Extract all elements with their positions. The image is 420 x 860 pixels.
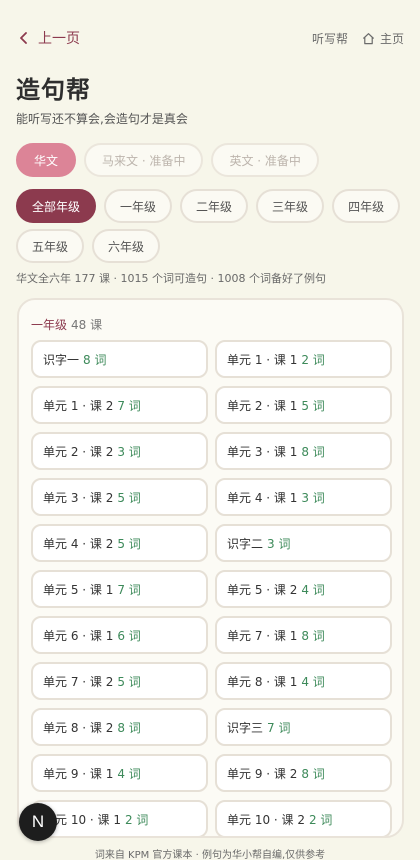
lesson-word-count: 8 词 (83, 352, 107, 367)
lesson-name: 识字三 (227, 720, 264, 735)
lesson-name: 单元 8 · 课 1 (227, 674, 298, 689)
lesson-word-count: 3 词 (117, 444, 141, 459)
top-bar: 上一页 听写帮 主页 (0, 0, 420, 76)
lesson-name: 识字一 (43, 352, 80, 367)
grade-card-title: 一年级 (31, 318, 68, 332)
tab-english[interactable]: 英文 · 准备中 (211, 143, 319, 177)
lesson-item[interactable]: 单元 1 · 课 12 词 (215, 340, 392, 378)
grade-filter-row-2: 五年级 六年级 (16, 229, 161, 263)
home-link[interactable]: 主页 (362, 30, 404, 47)
grade-all[interactable]: 全部年级 (16, 189, 97, 223)
home-icon (362, 32, 375, 44)
lesson-word-count: 7 词 (267, 720, 291, 735)
lesson-word-count: 4 词 (117, 766, 141, 781)
lesson-word-count: 4 词 (301, 582, 325, 597)
grade-3[interactable]: 三年级 (256, 189, 325, 223)
lesson-item[interactable]: 单元 10 · 课 12 词 (31, 800, 208, 836)
lesson-word-count: 7 词 (117, 398, 141, 413)
lesson-name: 单元 4 · 课 2 (43, 536, 114, 551)
lesson-word-count: 4 词 (301, 674, 325, 689)
grade-card-header: 一年级 48 课 (31, 316, 102, 333)
lesson-item[interactable]: 单元 3 · 课 18 词 (215, 432, 392, 470)
lesson-item[interactable]: 单元 4 · 课 25 词 (31, 524, 208, 562)
grade-2[interactable]: 二年级 (180, 189, 249, 223)
lesson-item[interactable]: 单元 5 · 课 24 词 (215, 570, 392, 608)
lesson-word-count: 5 词 (117, 490, 141, 505)
lesson-word-count: 2 词 (301, 352, 325, 367)
chevron-left-icon (20, 32, 27, 44)
lesson-item[interactable]: 单元 10 · 课 22 词 (215, 800, 392, 836)
lesson-item[interactable]: 单元 3 · 课 25 词 (31, 478, 208, 516)
grade-4[interactable]: 四年级 (332, 189, 401, 223)
lesson-word-count: 8 词 (117, 720, 141, 735)
lesson-name: 识字二 (227, 536, 264, 551)
lesson-name: 单元 8 · 课 2 (43, 720, 114, 735)
grade-6[interactable]: 六年级 (92, 229, 161, 263)
lesson-name: 单元 5 · 课 2 (227, 582, 298, 597)
lesson-word-count: 3 词 (301, 490, 325, 505)
lesson-word-count: 6 词 (117, 628, 141, 643)
language-tabs: 华文 马来文 · 准备中 英文 · 准备中 (16, 143, 319, 177)
lesson-name: 单元 9 · 课 1 (43, 766, 114, 781)
tab-chinese[interactable]: 华文 (16, 143, 77, 177)
grade-1[interactable]: 一年级 (104, 189, 173, 223)
lesson-name: 单元 7 · 课 1 (227, 628, 298, 643)
grade-5[interactable]: 五年级 (16, 229, 85, 263)
lesson-word-count: 2 词 (308, 812, 333, 827)
lesson-name: 单元 1 · 课 1 (227, 352, 298, 367)
lesson-grid: 识字一 8 词 单元 1 · 课 12 词 单元 1 · 课 27 词 单元 2 … (31, 340, 392, 836)
lesson-item[interactable]: 单元 9 · 课 28 词 (215, 754, 392, 792)
lesson-name: 单元 3 · 课 1 (227, 444, 298, 459)
lesson-item[interactable]: 单元 6 · 课 16 词 (31, 616, 208, 654)
grade-card-count: 48 课 (71, 318, 103, 332)
page-title: 造句帮 (16, 76, 91, 104)
lesson-item[interactable]: 识字一 8 词 (31, 340, 208, 378)
lesson-word-count: 3 词 (267, 536, 291, 551)
lesson-name: 单元 9 · 课 2 (227, 766, 298, 781)
lesson-item[interactable]: 单元 9 · 课 14 词 (31, 754, 208, 792)
lesson-item[interactable]: 识字三 7 词 (215, 708, 392, 746)
lesson-word-count: 5 词 (117, 536, 141, 551)
lesson-name: 单元 2 · 课 1 (227, 398, 298, 413)
back-label: 上一页 (38, 31, 80, 47)
lesson-word-count: 8 词 (301, 444, 325, 459)
lesson-item[interactable]: 单元 2 · 课 23 词 (31, 432, 208, 470)
page-subtitle: 能听写还不算会,会造句才是真会 (16, 112, 188, 126)
tab-malay[interactable]: 马来文 · 准备中 (84, 143, 204, 177)
top-right-nav: 听写帮 主页 (312, 28, 404, 48)
lesson-word-count: 5 词 (301, 398, 325, 413)
lesson-name: 单元 3 · 课 2 (43, 490, 114, 505)
lesson-name: 单元 6 · 课 1 (43, 628, 114, 643)
summary-stats: 华文全六年 177 课 · 1015 个词可造句 · 1008 个词备好了例句 (16, 272, 326, 285)
lesson-item[interactable]: 单元 8 · 课 14 词 (215, 662, 392, 700)
lesson-word-count: 7 词 (117, 582, 141, 597)
lesson-item[interactable]: 单元 2 · 课 15 词 (215, 386, 392, 424)
lesson-name: 单元 10 · 课 2 (227, 812, 305, 827)
back-button[interactable]: 上一页 (18, 28, 80, 48)
lesson-word-count: 8 词 (301, 628, 325, 643)
grade-filter-row-1: 全部年级 一年级 二年级 三年级 四年级 (16, 189, 401, 223)
lesson-name: 单元 7 · 课 2 (43, 674, 114, 689)
lesson-word-count: 5 词 (117, 674, 141, 689)
dictation-link[interactable]: 听写帮 (312, 30, 348, 47)
lesson-item[interactable]: 单元 7 · 课 18 词 (215, 616, 392, 654)
lesson-item[interactable]: 单元 1 · 课 27 词 (31, 386, 208, 424)
lesson-name: 单元 2 · 课 2 (43, 444, 114, 459)
lesson-word-count: 2 词 (124, 812, 149, 827)
lesson-word-count: 8 词 (301, 766, 325, 781)
lesson-name: 单元 5 · 课 1 (43, 582, 114, 597)
lesson-item[interactable]: 单元 7 · 课 25 词 (31, 662, 208, 700)
lesson-name: 单元 1 · 课 2 (43, 398, 114, 413)
lesson-item[interactable]: 单元 4 · 课 13 词 (215, 478, 392, 516)
floating-action-button[interactable]: N (19, 803, 57, 841)
lesson-item[interactable]: 单元 8 · 课 28 词 (31, 708, 208, 746)
lesson-item[interactable]: 识字二 3 词 (215, 524, 392, 562)
lesson-name: 单元 4 · 课 1 (227, 490, 298, 505)
home-label: 主页 (379, 31, 404, 46)
lesson-item[interactable]: 单元 5 · 课 17 词 (31, 570, 208, 608)
footer-note: 词来自 KPM 官方课本 · 例句为华小帮自编,仅供参考 (94, 850, 326, 860)
grade-card: 一年级 48 课 识字一 8 词 单元 1 · 课 12 词 单元 1 · 课 27… (17, 298, 404, 838)
